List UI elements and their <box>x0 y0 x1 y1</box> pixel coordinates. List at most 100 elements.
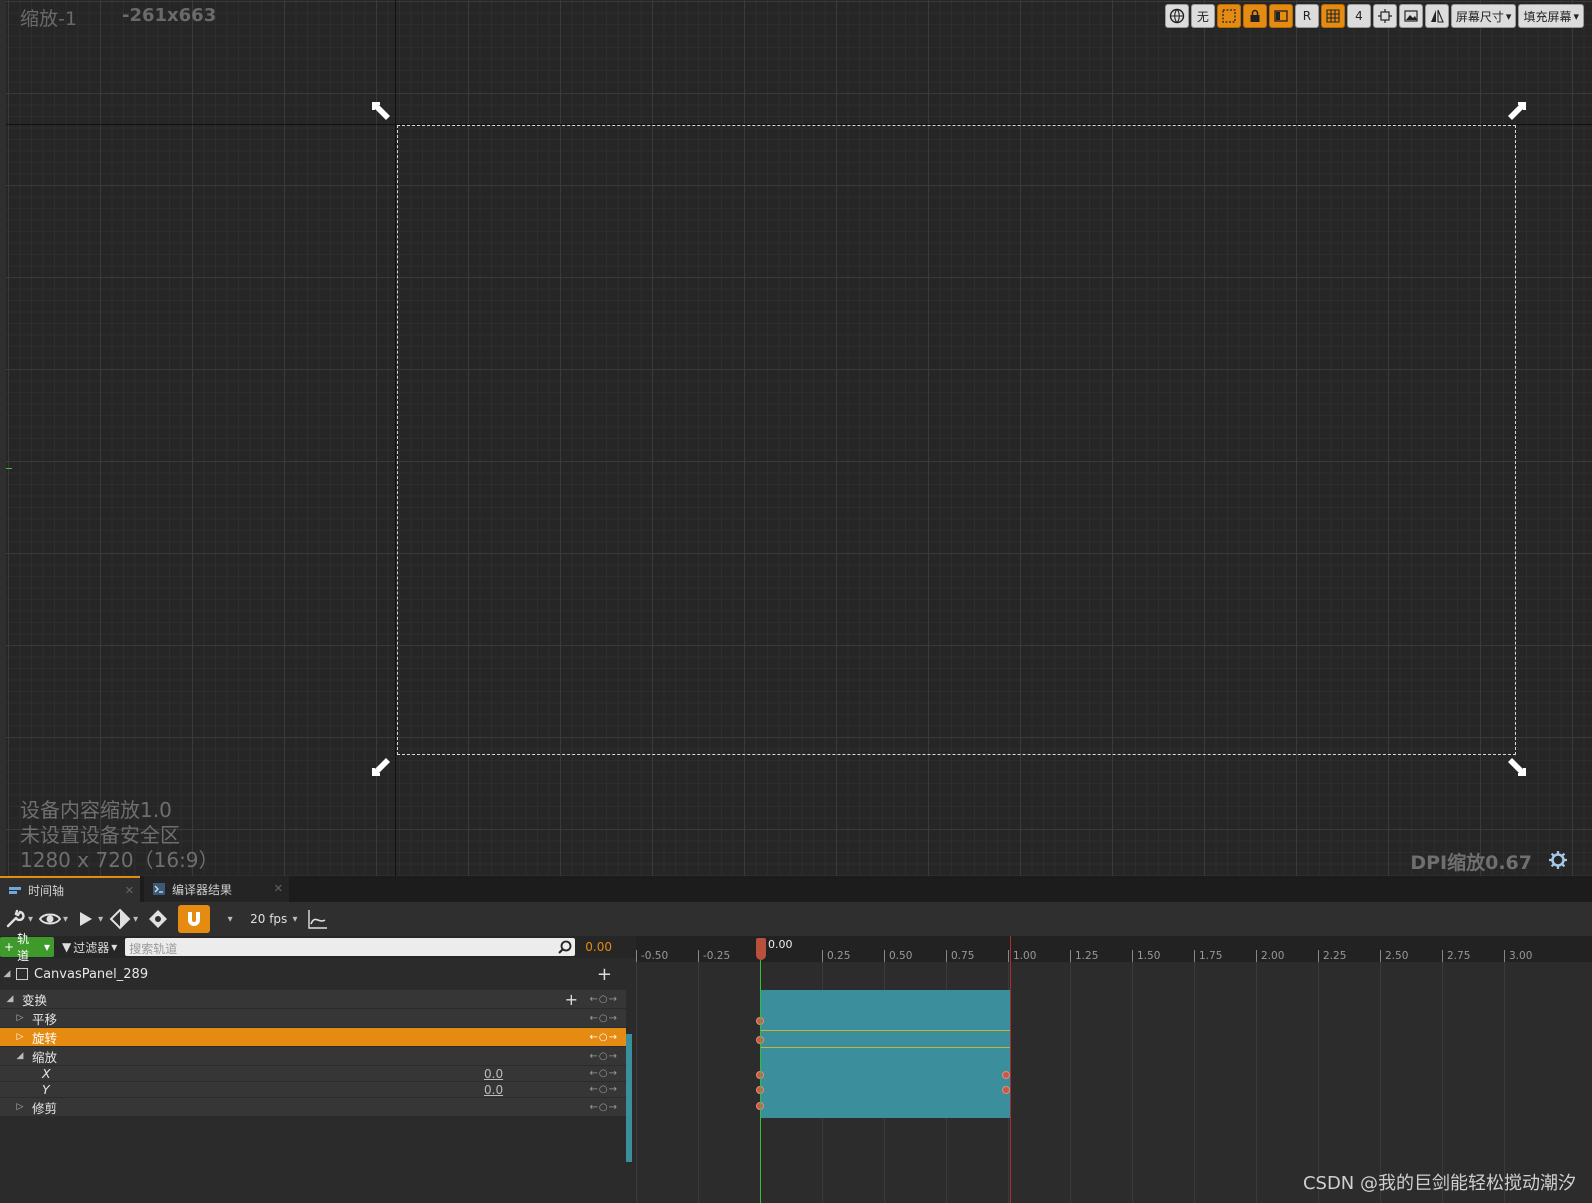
key-navigation-icon[interactable]: ←○→ <box>590 1102 618 1113</box>
gear-icon[interactable] <box>1548 850 1568 870</box>
scale-y-value[interactable]: 0.0 <box>484 1083 503 1097</box>
track-row-translation[interactable]: ▷ 平移 ←○→ <box>0 1009 626 1028</box>
timeline-gridline <box>636 962 637 1203</box>
filter-button[interactable]: ▼ 过滤器 ▾ <box>58 939 121 956</box>
anchor-handle-bottom-left[interactable] <box>370 756 392 778</box>
outline-toggle-button[interactable] <box>1216 4 1241 28</box>
playback-button[interactable]: ▾ <box>74 905 103 933</box>
funnel-icon: ▼ <box>62 940 72 954</box>
collapse-triangle-icon[interactable]: ▷ <box>14 1102 26 1112</box>
ruler-tick: 3.00 <box>1504 950 1532 962</box>
ruler-tick: 2.00 <box>1256 950 1284 962</box>
key-navigation-icon[interactable]: ←○→ <box>590 1032 618 1043</box>
track-row-transform[interactable]: ◢ 变换 + ←○→ <box>0 990 626 1009</box>
grid-snap-button[interactable] <box>1320 4 1345 28</box>
anchor-handle-top-left[interactable] <box>370 100 392 122</box>
mirror-button[interactable] <box>1424 4 1449 28</box>
layout-toggle-button[interactable] <box>1268 4 1293 28</box>
track-search-box <box>125 938 576 958</box>
ruler-tick: 1.00 <box>1008 950 1036 962</box>
auto-key-button[interactable] <box>144 905 172 933</box>
ruler-tick: 0.50 <box>884 950 912 962</box>
fps-dropdown[interactable]: 20 fps ▾ <box>250 905 297 933</box>
chevron-down-icon: ▾ <box>111 940 118 954</box>
collapse-triangle-icon[interactable]: ▷ <box>14 1032 26 1042</box>
tab-timeline[interactable]: 时间轴 ✕ <box>0 876 140 902</box>
keyframe[interactable] <box>1002 1086 1010 1094</box>
close-icon[interactable]: ✕ <box>125 884 134 897</box>
resolution-label: 1280 x 720（16:9） <box>20 848 219 872</box>
origin-marker <box>6 468 12 469</box>
view-options-button[interactable]: ▾ <box>39 905 68 933</box>
track-row-rotation[interactable]: ▷ 旋转 ←○→ <box>0 1028 626 1047</box>
expand-triangle-icon[interactable]: ◢ <box>14 1051 26 1061</box>
playback-end-marker[interactable] <box>1010 936 1011 1203</box>
expand-triangle-icon[interactable]: ◢ <box>0 969 14 979</box>
playhead-handle[interactable] <box>756 938 766 960</box>
scale-x-value[interactable]: 0.0 <box>484 1067 503 1081</box>
anchor-top-right-icon <box>1508 102 1526 120</box>
eye-icon <box>39 913 62 925</box>
device-content-scale: 设备内容缩放1.0 <box>20 798 172 822</box>
ruler-tick: 2.75 <box>1442 950 1470 962</box>
key-navigation-icon[interactable]: ←○→ <box>590 1051 618 1062</box>
key-navigation-icon[interactable]: ←○→ <box>590 1013 618 1024</box>
transform-mode-button[interactable] <box>1372 4 1397 28</box>
sequencer-toolbar: ▾ ▾ ▾ ▾ ▾ 20 fps ▾ <box>0 902 1592 936</box>
add-icon[interactable]: + <box>597 964 612 985</box>
root-object-row[interactable]: ◢ CanvasPanel_289 + <box>0 962 636 986</box>
snap-options-dropdown[interactable]: ▾ <box>216 905 244 933</box>
anchor-top-left-icon <box>372 102 390 120</box>
rotation-curve-line <box>760 1030 1010 1031</box>
background-image-button[interactable] <box>1398 4 1423 28</box>
watermark: CSDN @我的巨剑能轻松搅动潮汐 <box>1302 1173 1576 1194</box>
curve-editor-button[interactable] <box>304 905 332 933</box>
search-icon[interactable] <box>557 939 573 955</box>
fill-screen-label: 填充屏幕 <box>1523 9 1572 24</box>
track-row-scale[interactable]: ◢ 缩放 ←○→ <box>0 1047 626 1066</box>
key-navigation-icon[interactable]: ←○→ <box>590 1084 618 1095</box>
snap-toggle-button[interactable] <box>178 905 211 933</box>
magnet-icon <box>188 912 201 926</box>
key-interpolation-button[interactable]: ▾ <box>109 905 138 933</box>
track-row-scale-y[interactable]: Y 0.0 ←○→ <box>0 1082 626 1098</box>
bottom-panel: 时间轴 ✕ 编译器结果 ✕ ▾ ▾ ▾ ▾ ▾ 20 fps ▾ + 轨道 ▾ … <box>0 876 1592 1203</box>
expand-triangle-icon[interactable]: ◢ <box>4 994 16 1004</box>
resize-icon <box>1377 9 1392 23</box>
key-navigation-icon[interactable]: ←○→ <box>590 1068 618 1079</box>
tools-button[interactable]: ▾ <box>4 905 33 933</box>
screen-size-dropdown[interactable]: 屏幕尺寸 <box>1450 4 1517 28</box>
add-key-icon[interactable]: + <box>565 990 578 1009</box>
lock-toggle-button[interactable] <box>1242 4 1267 28</box>
add-track-button[interactable]: + 轨道 ▾ <box>0 932 54 963</box>
preview-mode-button[interactable]: 无 <box>1190 4 1215 28</box>
transform-section[interactable] <box>760 990 1010 1118</box>
timeline-area[interactable]: -0.50 -0.25 0.25 0.50 0.75 1.00 1.25 1.50 1.75 2.… <box>636 936 1592 1203</box>
ruler-tick: 1.25 <box>1070 950 1098 962</box>
close-icon[interactable]: ✕ <box>274 882 283 895</box>
canvas-frame[interactable] <box>397 125 1516 755</box>
track-search-input[interactable] <box>125 940 576 958</box>
collapse-triangle-icon[interactable]: ▷ <box>14 1013 26 1023</box>
key-navigation-icon[interactable]: ←○→ <box>590 994 618 1005</box>
tab-compiler-results[interactable]: 编译器结果 ✕ <box>144 876 289 902</box>
ruler-tick: 1.50 <box>1132 950 1160 962</box>
keyframe[interactable] <box>1002 1071 1010 1079</box>
grid-size-button[interactable]: 4 <box>1346 4 1371 28</box>
localization-preview-button[interactable] <box>1164 4 1189 28</box>
designer-viewport[interactable]: 缩放-1 -261x663 无 R 4 屏幕尺寸 填充屏幕 <box>0 0 1592 876</box>
respect-locks-button[interactable]: R <box>1294 4 1319 28</box>
mirror-icon <box>1430 9 1444 23</box>
track-row-shear[interactable]: ▷ 修剪 ←○→ <box>0 1098 626 1117</box>
timeline-gridline <box>1442 962 1443 1203</box>
fill-screen-dropdown[interactable]: 填充屏幕 <box>1518 4 1584 28</box>
anchor-handle-top-right[interactable] <box>1506 100 1528 122</box>
anchor-handle-bottom-right[interactable] <box>1506 756 1528 778</box>
track-label: 变换 <box>22 992 48 1008</box>
current-time-readout[interactable]: 0.00 <box>585 940 612 954</box>
playhead-line <box>760 960 761 1203</box>
ruler-tick: 2.25 <box>1318 950 1346 962</box>
rotation-curve-line <box>760 1047 1010 1048</box>
track-outliner: + 轨道 ▾ ▼ 过滤器 ▾ 0.00 ◢ CanvasPanel_289 + <box>0 932 636 1203</box>
track-row-scale-x[interactable]: X 0.0 ←○→ <box>0 1066 626 1082</box>
